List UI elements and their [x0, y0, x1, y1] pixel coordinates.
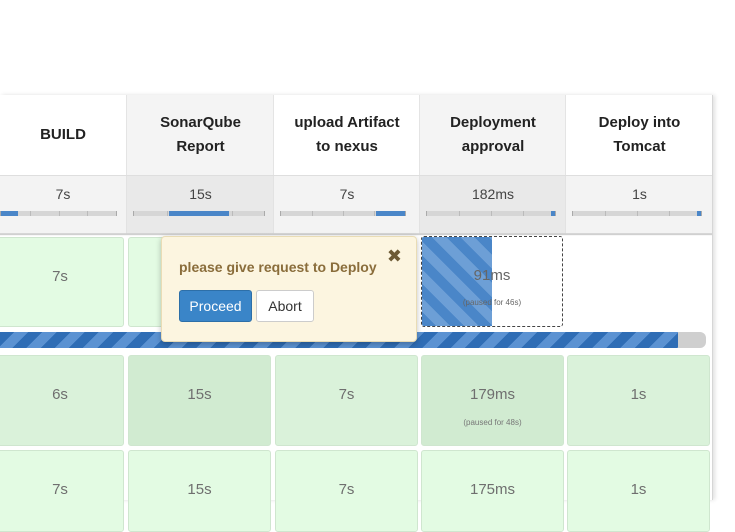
avg-bar-tick [669, 211, 670, 216]
input-prompt-popover: ✖ please give request to Deploy Proceed … [161, 236, 417, 342]
avg-duration: 7s [339, 186, 355, 202]
stage-cell-sonarqube[interactable]: 15s [128, 355, 271, 446]
avg-duration: 15s [189, 186, 212, 202]
stage-header-build[interactable]: BUILD [0, 95, 126, 175]
avg-bar-tick [374, 211, 375, 216]
stage-cell-upload-artifact[interactable]: 7s [275, 450, 418, 532]
stage-cell-deploy-tomcat-pending [567, 237, 707, 325]
stage-cell-deployment-approval[interactable]: 179ms (paused for 48s) [421, 355, 564, 446]
avg-bar [133, 211, 265, 216]
avg-bar-fill [697, 211, 701, 216]
avg-duration: 182ms [471, 186, 515, 202]
stage-cell-deployment-approval[interactable]: 175ms [421, 450, 564, 532]
avg-duration: 7s [55, 186, 71, 202]
stage-cell-build[interactable]: 7s [0, 450, 124, 532]
avg-bar-tick [491, 211, 492, 216]
stage-cell-deploy-tomcat[interactable]: 1s [567, 450, 710, 532]
avg-bar-fill [1, 211, 18, 216]
avg-bar-tick [30, 211, 31, 216]
avg-bar-fill [169, 211, 229, 216]
stage-cell-build[interactable]: 6s [0, 355, 124, 446]
avg-bar-tick [605, 211, 606, 216]
stage-cell-deploy-tomcat[interactable]: 1s [567, 355, 710, 446]
stage-header-sonarqube-report[interactable]: SonarQube Report [126, 95, 274, 175]
avg-bar-tick [637, 211, 638, 216]
avg-cell-sonarqube: 15s [126, 176, 274, 234]
avg-cell-deployment-approval: 182ms [419, 176, 566, 234]
stage-cell-build[interactable]: 7s [0, 237, 124, 327]
avg-cell-upload-artifact: 7s [273, 176, 420, 234]
stage-cell-deployment-approval-paused[interactable]: 91ms (paused for 46s) [421, 236, 563, 327]
avg-bar [280, 211, 406, 216]
avg-bar-tick [343, 211, 344, 216]
avg-bar-tick [87, 211, 88, 216]
avg-duration: 1s [632, 186, 647, 202]
abort-button[interactable]: Abort [256, 290, 314, 322]
avg-bar [572, 211, 702, 216]
avg-bar-tick [312, 211, 313, 216]
avg-cell-build: 7s [0, 176, 126, 234]
avg-bar-tick [523, 211, 524, 216]
prompt-message: please give request to Deploy [179, 259, 377, 275]
avg-bar-tick [59, 211, 60, 216]
avg-bar-fill [551, 211, 555, 216]
avg-cell-deploy-tomcat: 1s [565, 176, 713, 234]
avg-bar-fill [376, 211, 405, 216]
stage-header-row: BUILD SonarQube Report upload Artifact t… [0, 95, 712, 175]
avg-bar-tick [459, 211, 460, 216]
stage-header-upload-artifact[interactable]: upload Artifact to nexus [273, 95, 420, 175]
avg-bar [0, 211, 117, 216]
avg-bar [426, 211, 556, 216]
avg-bar-tick [232, 211, 233, 216]
stage-cell-sonarqube[interactable]: 15s [128, 450, 271, 532]
close-icon[interactable]: ✖ [387, 247, 402, 265]
stage-header-deploy-tomcat[interactable]: Deploy into Tomcat [565, 95, 713, 175]
stage-header-deployment-approval[interactable]: Deployment approval [419, 95, 566, 175]
average-times-row: 7s 15s 7s 182ms 1s [0, 175, 712, 235]
stage-cell-upload-artifact[interactable]: 7s [275, 355, 418, 446]
proceed-button[interactable]: Proceed [179, 290, 252, 322]
avg-bar-tick [167, 211, 168, 216]
